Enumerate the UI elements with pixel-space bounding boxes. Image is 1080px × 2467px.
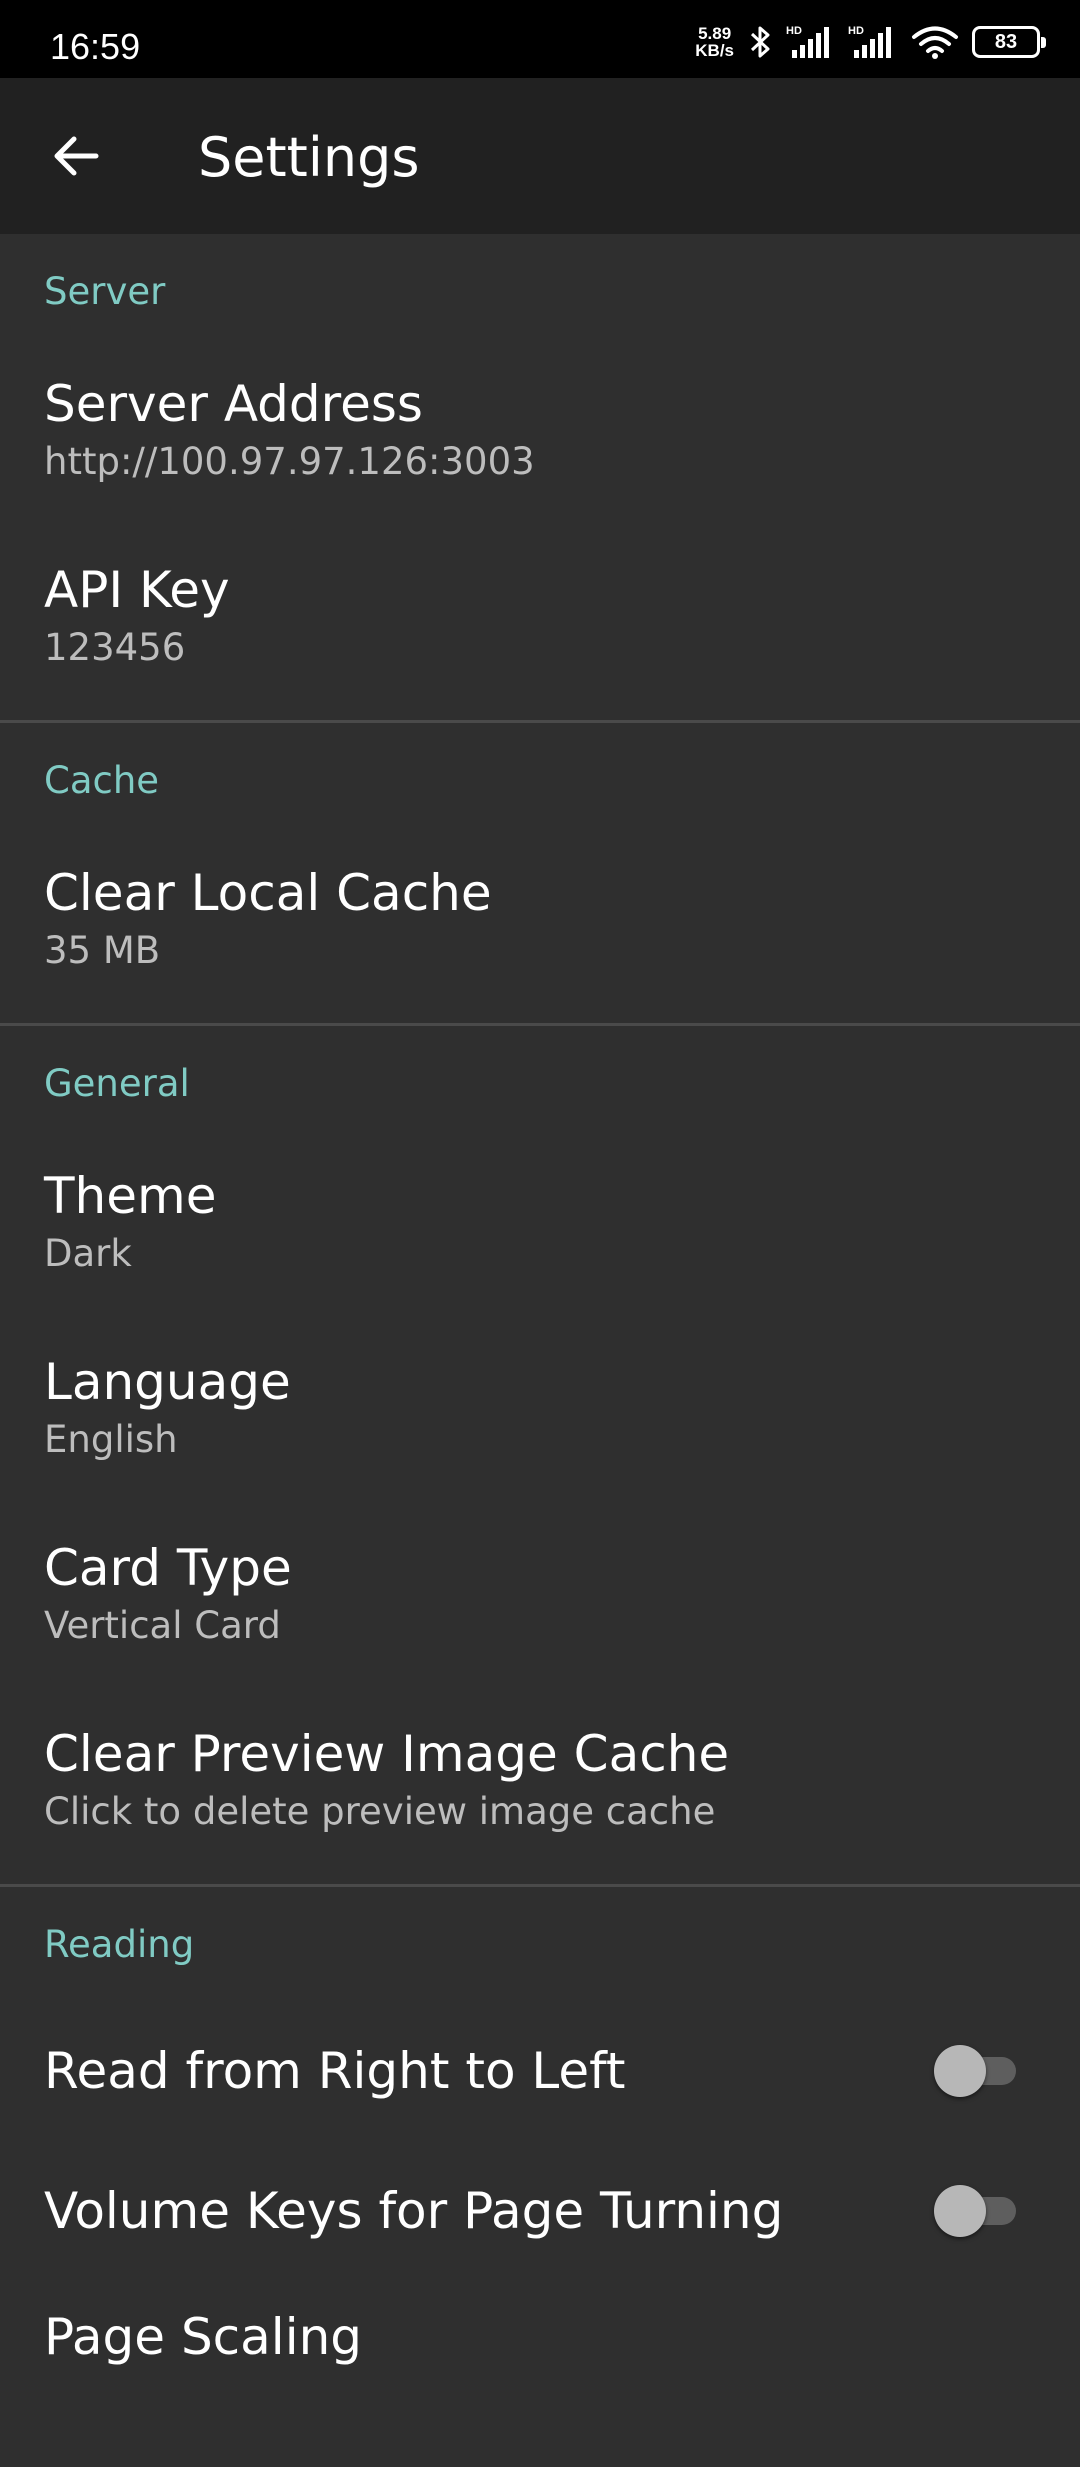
section-header-cache: Cache bbox=[44, 759, 160, 802]
pref-title: Page Scaling bbox=[44, 2308, 363, 2366]
page-title: Settings bbox=[198, 126, 420, 189]
pref-theme[interactable]: Theme Dark bbox=[0, 1140, 1080, 1326]
pref-summary: http://100.97.97.126:3003 bbox=[44, 440, 535, 483]
pref-title: API Key bbox=[44, 561, 230, 619]
svg-text:HD: HD bbox=[786, 25, 802, 37]
pref-card-type[interactable]: Card Type Vertical Card bbox=[0, 1512, 1080, 1698]
back-button[interactable] bbox=[28, 116, 124, 196]
pref-title: Volume Keys for Page Turning bbox=[44, 2182, 784, 2240]
network-speed: 5.89 KB/s bbox=[695, 25, 734, 59]
bluetooth-icon bbox=[750, 26, 770, 58]
pref-summary: Vertical Card bbox=[44, 1604, 281, 1647]
hd-signal-icon: HD bbox=[848, 25, 891, 58]
pref-server-address[interactable]: Server Address http://100.97.97.126:3003 bbox=[0, 348, 1080, 534]
section-header-server: Server bbox=[44, 270, 166, 313]
switch-thumb bbox=[934, 2185, 986, 2237]
pref-title: Read from Right to Left bbox=[44, 2042, 626, 2100]
pref-title: Clear Preview Image Cache bbox=[44, 1725, 730, 1783]
status-time: 16:59 bbox=[50, 26, 141, 67]
pref-title: Clear Local Cache bbox=[44, 864, 492, 922]
pref-summary: English bbox=[44, 1418, 178, 1461]
status-bar: 16:59 5.89 KB/s HD HD 83 bbox=[0, 0, 1080, 78]
pref-title: Theme bbox=[44, 1167, 217, 1225]
wifi-icon bbox=[912, 26, 958, 59]
rtl-toggle-switch[interactable] bbox=[934, 2045, 1016, 2097]
pref-summary: Dark bbox=[44, 1232, 132, 1275]
pref-clear-preview-image-cache[interactable]: Clear Preview Image Cache Click to delet… bbox=[0, 1698, 1080, 1884]
pref-volume-keys-page-turning[interactable]: Volume Keys for Page Turning bbox=[0, 2141, 1080, 2281]
network-speed-value: 5.89 bbox=[698, 24, 732, 43]
section-header-general: General bbox=[44, 1062, 190, 1105]
pref-page-scaling[interactable]: Page Scaling bbox=[0, 2281, 1080, 2467]
pref-summary: Click to delete preview image cache bbox=[44, 1790, 716, 1833]
volume-keys-toggle-switch[interactable] bbox=[934, 2185, 1016, 2237]
pref-read-right-to-left[interactable]: Read from Right to Left bbox=[0, 2001, 1080, 2141]
app-bar: Settings bbox=[0, 78, 1080, 234]
settings-list[interactable]: Server Server Address http://100.97.97.1… bbox=[0, 234, 1080, 2400]
section-header-reading: Reading bbox=[44, 1923, 195, 1966]
status-icons: 5.89 KB/s HD HD 83 bbox=[695, 22, 1046, 62]
switch-thumb bbox=[934, 2045, 986, 2097]
pref-language[interactable]: Language English bbox=[0, 1326, 1080, 1512]
battery-level: 83 bbox=[994, 30, 1018, 53]
pref-title: Language bbox=[44, 1353, 291, 1411]
arrow-back-icon bbox=[54, 136, 99, 176]
network-speed-unit: KB/s bbox=[695, 41, 734, 60]
pref-summary: 123456 bbox=[44, 626, 186, 669]
pref-title: Server Address bbox=[44, 375, 423, 433]
svg-text:HD: HD bbox=[848, 25, 864, 37]
pref-summary: 35 MB bbox=[44, 929, 161, 972]
pref-api-key[interactable]: API Key 123456 bbox=[0, 534, 1080, 720]
pref-clear-local-cache[interactable]: Clear Local Cache 35 MB bbox=[0, 837, 1080, 1023]
pref-title: Card Type bbox=[44, 1539, 292, 1597]
battery-icon: 83 bbox=[972, 26, 1046, 58]
hd-signal-icon: HD bbox=[786, 25, 829, 58]
